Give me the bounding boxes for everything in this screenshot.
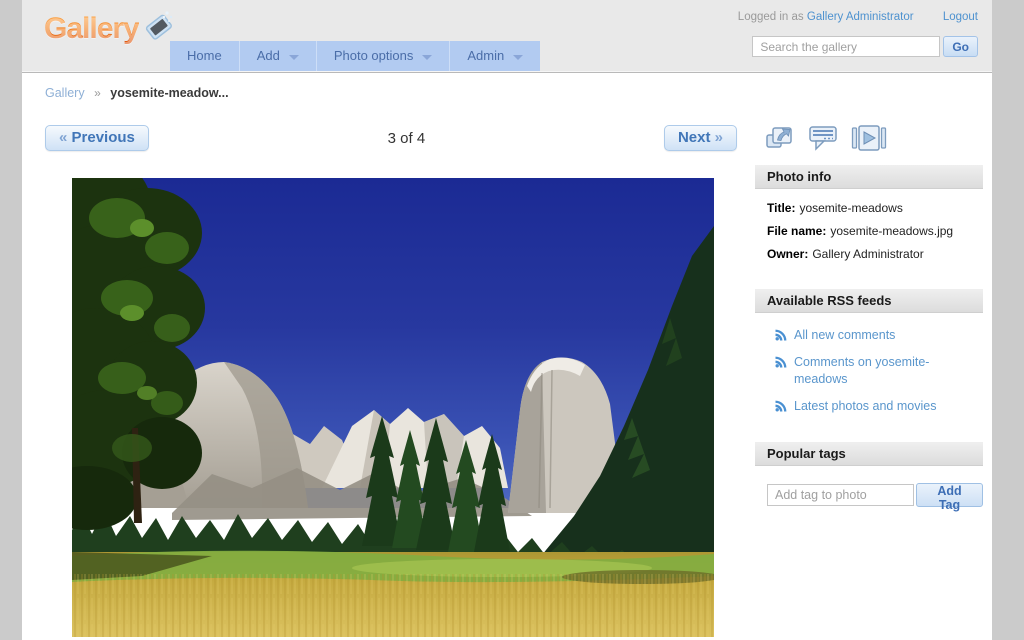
rss-all-new-comments-link[interactable]: All new comments <box>794 327 895 344</box>
previous-button[interactable]: « Previous <box>45 125 149 151</box>
popular-tags-panel: Popular tags Add Tag <box>755 442 983 507</box>
next-arrow-icon: » <box>715 129 723 146</box>
nav-item-home[interactable]: Home <box>170 41 240 71</box>
photo-info-heading: Photo info <box>755 165 983 189</box>
rss-feeds-heading: Available RSS feeds <box>755 289 983 313</box>
chevron-down-icon <box>422 55 432 60</box>
login-status: Logged in as Gallery Administrator Logou… <box>738 11 978 23</box>
slideshow-icon[interactable] <box>851 124 887 152</box>
search-go-button[interactable]: Go <box>943 36 978 57</box>
photo-info-title-row: Title:yosemite-meadows <box>767 201 983 215</box>
search-input[interactable] <box>752 36 940 57</box>
rss-feed-icon <box>775 400 787 412</box>
breadcrumb-current-item: yosemite-meadow... <box>110 86 228 100</box>
photo-column: « Previous 3 of 4 Next » <box>45 124 737 637</box>
rss-latest-photos-link[interactable]: Latest photos and movies <box>794 398 936 415</box>
photo-info-filename-row: File name:yosemite-meadows.jpg <box>767 224 983 238</box>
pager-position-text: 3 of 4 <box>388 130 426 147</box>
view-full-size-icon[interactable] <box>765 124 795 152</box>
photo-info-panel: Photo info Title:yosemite-meadows File n… <box>755 165 983 261</box>
photo-info-owner-row: Owner:Gallery Administrator <box>767 247 983 261</box>
sidebar: Photo info Title:yosemite-meadows File n… <box>755 124 983 637</box>
next-button[interactable]: Next » <box>664 125 737 151</box>
search-bar: Go <box>752 36 978 57</box>
photo-pager: « Previous 3 of 4 Next » <box>45 124 737 152</box>
logout-link[interactable]: Logout <box>943 11 978 23</box>
rss-link-item: Comments on yosemite-meadows <box>775 354 983 388</box>
rss-link-item: Latest photos and movies <box>775 398 983 415</box>
breadcrumb: Gallery » yosemite-meadow... <box>45 86 992 100</box>
site-header: Gallery Home Add Photo options Admin Log… <box>22 0 992 72</box>
rss-comments-on-photo-link[interactable]: Comments on yosemite-meadows <box>794 354 959 388</box>
rss-link-item: All new comments <box>775 327 983 344</box>
previous-arrow-icon: « <box>59 129 67 146</box>
add-tag-button[interactable]: Add Tag <box>916 483 983 507</box>
breadcrumb-gallery-link[interactable]: Gallery <box>45 86 85 100</box>
photo-action-icons <box>755 124 983 152</box>
gallery-logo[interactable]: Gallery <box>44 12 139 46</box>
logo-photo-sparkle-icon <box>140 8 176 45</box>
comments-icon[interactable] <box>808 124 838 152</box>
rss-feeds-panel: Available RSS feeds All new comments <box>755 289 983 415</box>
add-tag-input[interactable] <box>767 484 914 506</box>
chevron-down-icon <box>289 55 299 60</box>
nav-item-photo-options[interactable]: Photo options <box>317 41 451 71</box>
nav-item-add[interactable]: Add <box>240 41 317 71</box>
main-content: Gallery » yosemite-meadow... « Previous … <box>22 72 992 637</box>
page-container: Gallery Home Add Photo options Admin Log… <box>22 0 992 640</box>
photo-yosemite-meadows[interactable] <box>72 178 714 637</box>
photo-image <box>72 178 714 637</box>
chevron-down-icon <box>513 55 523 60</box>
logged-in-prefix: Logged in as <box>738 11 804 23</box>
rss-feed-icon <box>775 356 787 368</box>
popular-tags-heading: Popular tags <box>755 442 983 466</box>
rss-feed-icon <box>775 329 787 341</box>
breadcrumb-separator: » <box>94 86 101 100</box>
user-profile-link[interactable]: Gallery Administrator <box>807 11 914 23</box>
nav-item-admin[interactable]: Admin <box>450 41 540 71</box>
main-nav: Home Add Photo options Admin <box>170 41 540 71</box>
